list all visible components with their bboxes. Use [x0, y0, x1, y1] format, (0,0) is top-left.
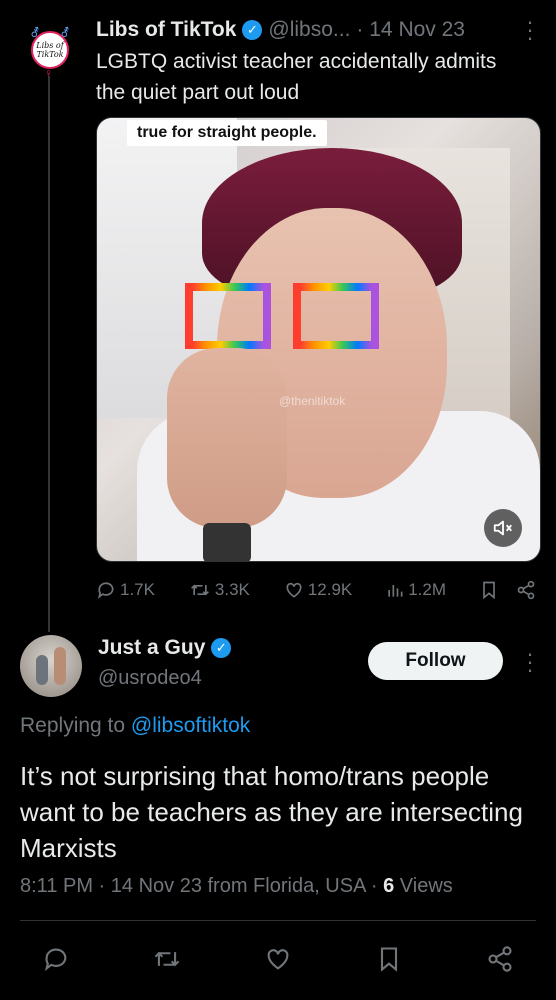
like-icon — [284, 580, 304, 600]
video-person-watch — [203, 523, 251, 561]
original-tweet-actions: 1.7K 3.3K 12.9K 1.2M — [96, 576, 536, 604]
views-icon — [386, 580, 404, 600]
replying-prefix: Replying to — [20, 714, 126, 737]
reply-icon — [42, 945, 70, 973]
avatar-figure — [54, 647, 66, 685]
like-count: 12.9K — [307, 580, 353, 599]
follow-button[interactable]: Follow — [368, 642, 503, 680]
just-a-guy-avatar[interactable] — [20, 635, 82, 697]
libs-of-tiktok-avatar[interactable]: ⚦ ⚦ Libs of TikTok ♀ — [26, 26, 74, 80]
bookmark-button[interactable] — [480, 580, 536, 600]
original-tweet-date[interactable]: · 14 Nov 23 — [356, 18, 465, 42]
like-button[interactable]: 12.9K — [284, 580, 352, 600]
mute-icon[interactable] — [484, 509, 522, 547]
reply-button[interactable] — [36, 942, 76, 976]
more-icon[interactable]: · · · — [526, 11, 534, 49]
original-tweet-header: Libs of TikTok ✓ @libso... · 14 Nov 23 — [96, 16, 536, 44]
bookmark-button[interactable] — [369, 942, 409, 976]
video-person-hand — [167, 348, 287, 528]
reply-action-bar — [36, 942, 520, 976]
more-icon[interactable]: · · · — [526, 643, 534, 681]
reply-author-handle[interactable]: @usrodeo4 — [98, 667, 202, 690]
replying-to-mention[interactable]: @libsoftiktok — [131, 714, 250, 737]
reply-count: 1.7K — [120, 580, 155, 599]
original-author-name[interactable]: Libs of TikTok — [96, 18, 236, 42]
reply-timestamp[interactable]: 8:11 PM · 14 Nov 23 from Florida, USA · — [20, 875, 378, 897]
original-author-handle[interactable]: @libso... — [268, 18, 350, 42]
reply-author-row: Just a Guy ✓ — [98, 636, 237, 660]
verified-icon: ✓ — [211, 638, 232, 658]
thread-connector-line — [48, 76, 50, 632]
rainbow-glasses-right — [293, 283, 379, 349]
share-icon[interactable] — [516, 580, 536, 600]
views-count: 1.2M — [408, 580, 447, 599]
retweet-button[interactable]: 3.3K — [189, 580, 250, 600]
retweet-count: 3.3K — [214, 580, 250, 599]
verified-icon: ✓ — [242, 20, 263, 40]
reply-icon — [96, 580, 116, 600]
avatar-figure — [36, 655, 48, 685]
reply-tweet-text: It’s not surprising that homo/trans peop… — [20, 761, 523, 863]
reply-views-label: Views — [399, 875, 453, 897]
reply-views-count: 6 — [383, 875, 395, 897]
like-button[interactable] — [258, 942, 298, 976]
original-tweet-text: LGBTQ activist teacher accidentally admi… — [96, 50, 497, 104]
reply-button[interactable]: 1.7K — [96, 580, 155, 600]
female-symbol-icon: ♀ — [44, 66, 53, 80]
views-button[interactable]: 1.2M — [386, 580, 446, 600]
video-caption: true for straight people. — [127, 120, 327, 146]
reply-author-name[interactable]: Just a Guy — [98, 636, 205, 660]
tweet-video[interactable]: true for straight people. @thenitiktok — [96, 117, 541, 562]
bookmark-icon — [480, 580, 498, 600]
reply-meta: 8:11 PM · 14 Nov 23 from Florida, USA · … — [20, 875, 453, 898]
like-icon — [264, 945, 292, 973]
bookmark-icon — [376, 945, 402, 973]
retweet-button[interactable] — [147, 942, 187, 976]
replying-to-line: Replying to @libsoftiktok — [20, 714, 250, 738]
retweet-icon — [152, 945, 182, 973]
divider — [20, 920, 536, 921]
share-button[interactable] — [480, 942, 520, 976]
retweet-icon — [189, 580, 211, 600]
share-icon — [486, 945, 514, 973]
video-watermark: @thenitiktok — [279, 394, 346, 408]
avatar-logo: Libs of TikTok — [31, 31, 69, 69]
rainbow-glasses-left — [185, 283, 271, 349]
